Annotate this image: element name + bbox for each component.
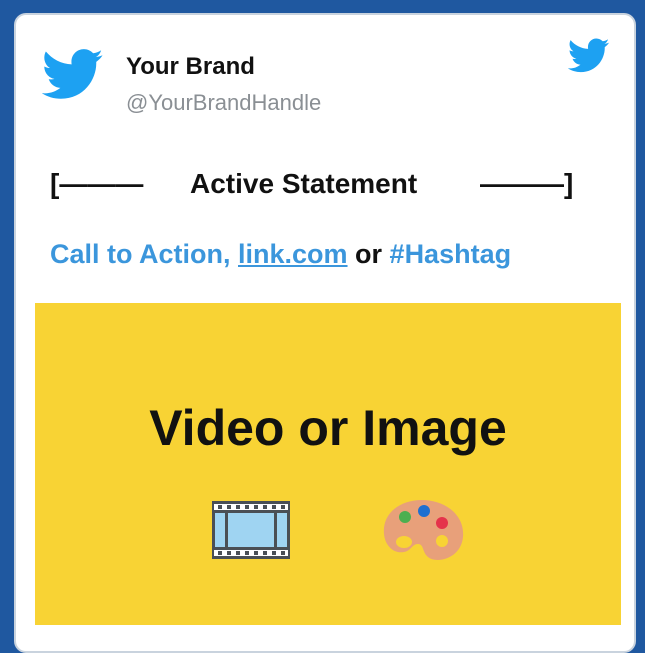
tweet-card: Your Brand @YourBrandHandle [——— Active … — [14, 13, 636, 653]
twitter-logo-icon — [568, 38, 610, 73]
media-placeholder[interactable]: Video or Image — [35, 303, 621, 625]
film-frames-icon — [212, 501, 290, 559]
hashtag-link[interactable]: #Hashtag — [390, 239, 512, 269]
cta-link[interactable]: link.com — [238, 239, 348, 269]
brand-handle[interactable]: @YourBrandHandle — [126, 90, 321, 116]
statement-left-bracket: [——— — [50, 168, 144, 199]
brand-name[interactable]: Your Brand — [126, 53, 255, 81]
call-to-action-line: Call to Action, link.com or #Hashtag — [50, 239, 511, 270]
cta-or-text: or — [347, 239, 390, 269]
call-to-action-text: Call to Action, — [50, 239, 238, 269]
artist-palette-icon — [383, 500, 464, 560]
twitter-bird-avatar-icon[interactable] — [42, 47, 104, 103]
statement-right-bracket: ———] — [480, 168, 574, 199]
active-statement: [——— Active Statement ———] — [50, 168, 610, 204]
media-title: Video or Image — [149, 400, 507, 456]
statement-text: Active Statement — [190, 168, 418, 199]
